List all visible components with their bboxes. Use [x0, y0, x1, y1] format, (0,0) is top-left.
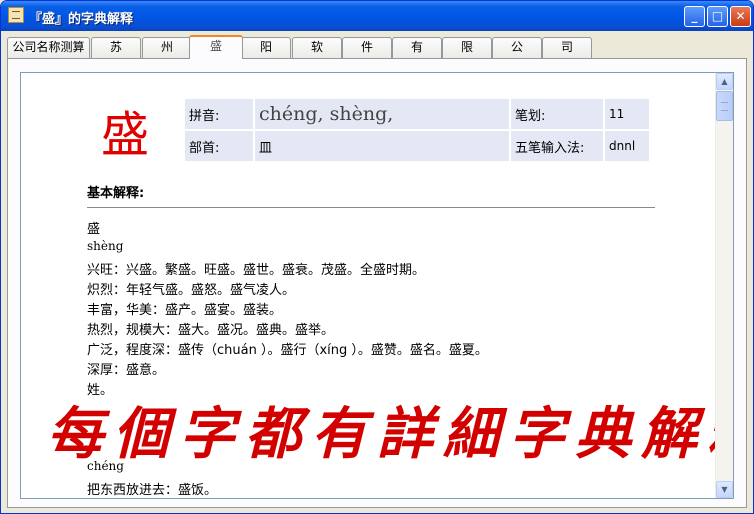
tab-char-you[interactable]: 有 — [392, 37, 442, 58]
dictionary-window: 『盛』的字典解释 _ □ ✕ 公司名称测算 苏 州 盛 阳 软 件 有 限 公 … — [0, 0, 754, 514]
dictionary-content: 盛 拼音: chéng, shèng, 笔划: 11 部首: 皿 五笔输入法: … — [21, 73, 715, 498]
minimize-button[interactable]: _ — [684, 6, 705, 27]
strokes-value: 11 — [605, 99, 649, 129]
definition-line: 广泛，程度深：盛传（chuán ）。盛行（xíng ）。盛赞。盛名。盛夏。 — [87, 343, 488, 358]
definition-line: 兴旺：兴盛。繁盛。旺盛。盛世。盛衰。茂盛。全盛时期。 — [87, 263, 426, 278]
entry-info-table: 拼音: chéng, shèng, 笔划: 11 部首: 皿 五笔输入法: dn… — [183, 97, 651, 163]
title-bar[interactable]: 『盛』的字典解释 _ □ ✕ — [1, 1, 753, 31]
definition-line: 盛 — [87, 222, 101, 237]
definition-line: 丰富，华美：盛产。盛宴。盛装。 — [87, 303, 283, 318]
tab-char-si[interactable]: 司 — [542, 37, 592, 58]
strokes-label: 笔划: — [511, 99, 603, 129]
definition-line: shèng — [87, 239, 124, 253]
definition-line: 把东西放进去：盛饭。 — [87, 483, 218, 498]
tab-char-gong[interactable]: 公 — [492, 37, 542, 58]
tab-strip: 公司名称测算 苏 州 盛 阳 软 件 有 限 公 司 — [7, 35, 747, 59]
entry-character: 盛 — [101, 107, 150, 163]
tab-panel: 盛 拼音: chéng, shèng, 笔划: 11 部首: 皿 五笔输入法: … — [7, 58, 747, 508]
pinyin-value: chéng, shèng, — [255, 99, 509, 129]
scroll-down-button[interactable]: ▼ — [716, 481, 733, 498]
wubi-value: dnnl — [605, 131, 649, 161]
vertical-scrollbar[interactable]: ▲ ▼ — [715, 73, 733, 498]
basic-explanation-heading: 基本解释: — [87, 186, 145, 201]
app-icon — [8, 7, 24, 23]
tab-char-jian[interactable]: 件 — [342, 37, 392, 58]
definition-line: 深厚：盛意。 — [87, 363, 166, 378]
tab-company-name-calc[interactable]: 公司名称测算 — [7, 37, 90, 58]
pinyin-label: 拼音: — [185, 99, 253, 129]
scroll-up-button[interactable]: ▲ — [716, 73, 733, 90]
dictionary-view: 盛 拼音: chéng, shèng, 笔划: 11 部首: 皿 五笔输入法: … — [20, 72, 734, 499]
maximize-button[interactable]: □ — [707, 6, 728, 27]
tab-char-ruan[interactable]: 软 — [292, 37, 342, 58]
promo-overlay-text: 每個字都有詳細字典解釋 — [47, 402, 715, 467]
window-title: 『盛』的字典解释 — [29, 12, 134, 27]
heading-divider — [87, 207, 655, 208]
tab-char-yang[interactable]: 阳 — [241, 37, 291, 58]
close-button[interactable]: ✕ — [730, 6, 751, 27]
radical-label: 部首: — [185, 131, 253, 161]
wubi-label: 五笔输入法: — [511, 131, 603, 161]
tab-char-sheng[interactable]: 盛 — [189, 35, 243, 59]
definition-line: 炽烈：年轻气盛。盛怒。盛气凌人。 — [87, 283, 296, 298]
tab-char-su[interactable]: 苏 — [91, 37, 141, 58]
scroll-thumb[interactable] — [716, 91, 733, 121]
tab-char-zhou[interactable]: 州 — [142, 37, 192, 58]
definition-line: 热烈，规模大：盛大。盛况。盛典。盛举。 — [87, 323, 335, 338]
tab-char-xian[interactable]: 限 — [442, 37, 492, 58]
radical-value: 皿 — [255, 131, 509, 161]
